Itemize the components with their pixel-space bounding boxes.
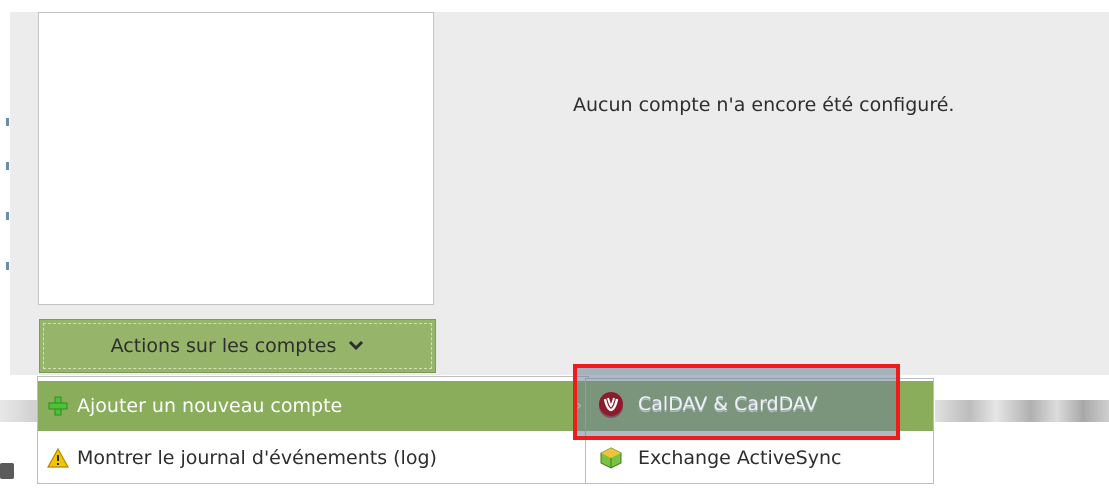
warning-icon (47, 447, 69, 469)
menu-item-label: Ajouter un nouveau compte (77, 395, 343, 417)
submenu-item-label: Exchange ActiveSync (638, 447, 842, 469)
plus-icon (47, 395, 69, 417)
account-actions-button[interactable]: Actions sur les comptes (39, 319, 436, 373)
account-actions-label: Actions sur les comptes (110, 335, 337, 357)
empty-accounts-message: Aucun compte n'a encore été configuré. (573, 94, 955, 116)
menu-item-show-log[interactable]: Montrer le journal d'événements (log) (38, 433, 588, 483)
exchange-icon (598, 445, 624, 471)
account-actions-menu: Ajouter un nouveau compte › Montrer le j… (37, 376, 589, 484)
caldav-icon (598, 391, 624, 417)
chevron-down-icon (348, 336, 364, 356)
menu-item-add-account[interactable]: Ajouter un nouveau compte › (38, 381, 588, 431)
edge-mark (6, 162, 9, 170)
submenu-item-label: CalDAV & CardDAV (638, 393, 818, 415)
accounts-list-pane[interactable] (38, 12, 434, 305)
menu-item-label: Montrer le journal d'événements (log) (77, 447, 437, 469)
edge-mark (6, 262, 9, 270)
window-corner-fragment (0, 463, 14, 479)
submenu-item-caldav-carddav-overlay[interactable]: CalDAV & CardDAV (586, 380, 896, 428)
submenu-item-exchange-activesync[interactable]: Exchange ActiveSync (586, 433, 933, 483)
edge-mark (6, 212, 9, 220)
blurred-background (0, 400, 37, 422)
blurred-background (935, 400, 1109, 422)
edge-mark (6, 118, 9, 126)
